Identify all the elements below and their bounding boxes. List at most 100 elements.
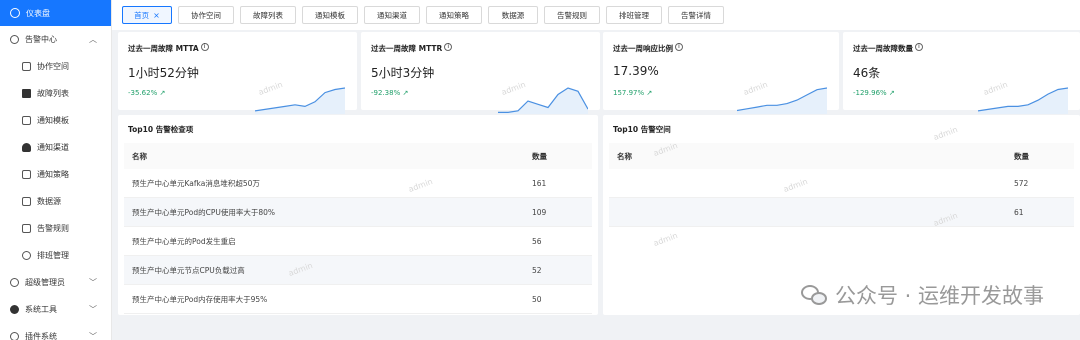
cell-count: 56	[532, 236, 542, 246]
sidebar-item-label: 仪表盘	[26, 8, 50, 18]
col-name: 名称	[617, 151, 632, 161]
alarm-clock-icon	[10, 35, 19, 44]
sidebar-item-notify-policy[interactable]: 通知策略	[0, 161, 111, 188]
sidebar-item-datasource[interactable]: 数据源	[0, 188, 111, 215]
wechat-brand: 公众号 · 运维开发故事	[800, 280, 1044, 310]
table-row[interactable]: 572	[609, 169, 1074, 198]
stat-change: -92.38% ↗	[371, 89, 408, 97]
cell-name: 预生产中心单元Kafka消息堆积超50万	[132, 178, 260, 188]
stat-card-mttr: 过去一周故障 MTTR i 5小时3分钟 -92.38% ↗ admin	[361, 32, 600, 114]
tab-collab-space[interactable]: 协作空间	[178, 6, 234, 24]
stat-card-fault-count: 过去一周故障数量 i 46条 -129.96% ↗ admin	[843, 32, 1080, 114]
wechat-icon	[800, 283, 829, 307]
tab-home[interactable]: 首页 ×	[122, 6, 172, 24]
trend-arrow-icon: ↗	[888, 89, 895, 97]
sidebar-item-collab-space[interactable]: 协作空间	[0, 53, 111, 80]
dashboard-icon	[10, 8, 20, 18]
sidebar-group-label: 系统工具	[25, 305, 57, 314]
brand-text: 公众号 · 运维开发故事	[834, 284, 1044, 308]
stat-title: 过去一周故障 MTTR i	[371, 43, 453, 54]
sidebar-group-alert-center[interactable]: 告警中心 ︿	[0, 26, 111, 53]
tab-alert-rules[interactable]: 告警规则	[544, 6, 600, 24]
sidebar-group-label: 超级管理员	[25, 278, 65, 287]
stat-change: 157.97% ↗	[613, 89, 652, 97]
table-row[interactable]: 61	[609, 198, 1074, 227]
sidebar-group-system-tools[interactable]: 系统工具 ﹀	[0, 296, 111, 323]
table-row[interactable]: 预生产中心单元Pod内存使用率大于95% 50	[124, 285, 592, 314]
trend-arrow-icon: ↗	[159, 89, 166, 97]
chevron-up-icon: ︿	[89, 35, 97, 44]
cell-count: 109	[532, 207, 547, 217]
info-icon[interactable]: i	[200, 43, 209, 51]
col-count: 数量	[532, 151, 547, 161]
sidebar-item-schedule[interactable]: 排班管理	[0, 242, 111, 269]
sidebar-item-label: 故障列表	[37, 89, 69, 98]
stat-change-text: -35.62%	[128, 89, 158, 97]
info-icon[interactable]: i	[915, 43, 923, 51]
sidebar-group-plugin-system[interactable]: 插件系统 ﹀	[0, 323, 111, 340]
top-spaces-table: 名称 数量 572 61	[609, 143, 1074, 227]
stat-title: 过去一周故障数量 i	[853, 43, 923, 54]
stat-card-response-ratio: 过去一周响应比例 i 17.39% 157.97% ↗ admin	[603, 32, 839, 114]
tab-datasource[interactable]: 数据源	[488, 6, 538, 24]
table-header: 名称 数量	[124, 143, 592, 169]
cell-name: 预生产中心单元Pod内存使用率大于95%	[132, 294, 268, 304]
gear-icon	[10, 305, 19, 314]
stat-change-text: -92.38%	[371, 89, 401, 97]
chevron-down-icon: ﹀	[89, 332, 97, 340]
stat-change-text: -129.96%	[853, 89, 887, 97]
tab-label: 协作空间	[191, 10, 221, 20]
stat-title-text: 过去一周故障 MTTA	[128, 44, 199, 53]
sparkline	[498, 87, 588, 114]
sidebar-item-label: 通知渠道	[37, 143, 69, 152]
tab-alert-detail[interactable]: 告警详情	[668, 6, 724, 24]
top-checks-panel: Top10 告警检查项 名称 数量 预生产中心单元Kafka消息堆积超50万 16…	[118, 115, 598, 315]
sidebar-item-label: 数据源	[37, 197, 61, 206]
monitor-icon	[22, 197, 31, 206]
watermark: admin	[932, 124, 959, 143]
stat-title: 过去一周响应比例 i	[613, 43, 683, 54]
sidebar-item-label: 告警规则	[37, 224, 69, 233]
sidebar-item-dashboard[interactable]: 仪表盘	[0, 0, 111, 26]
stat-value: 1小时52分钟	[128, 66, 199, 80]
stat-title-text: 过去一周响应比例	[613, 44, 673, 53]
tab-fault-list[interactable]: 故障列表	[240, 6, 296, 24]
info-icon[interactable]: i	[444, 43, 453, 51]
tab-schedule[interactable]: 排班管理	[606, 6, 662, 24]
sidebar-item-notify-channel[interactable]: 通知渠道	[0, 134, 111, 161]
table-row[interactable]: 预生产中心单元Pod的CPU使用率大于80% 109	[124, 198, 592, 227]
list-icon	[22, 89, 31, 98]
stat-change: -35.62% ↗	[128, 89, 165, 97]
stat-title-text: 过去一周故障 MTTR	[371, 44, 443, 53]
sidebar-group-label: 告警中心	[25, 35, 57, 44]
table-row[interactable]: 预生产中心单元节点CPU负载过高 52	[124, 256, 592, 285]
tab-label: 通知模板	[315, 10, 345, 20]
sidebar-item-alert-rules[interactable]: 告警规则	[0, 215, 111, 242]
tab-notify-template[interactable]: 通知模板	[302, 6, 358, 24]
sidebar-item-fault-list[interactable]: 故障列表	[0, 80, 111, 107]
tab-label: 告警详情	[681, 10, 711, 20]
sidebar-item-notify-template[interactable]: 通知模板	[0, 107, 111, 134]
schedule-icon	[22, 251, 31, 260]
chevron-down-icon: ﹀	[89, 305, 97, 314]
tab-bar: 首页 × 协作空间 故障列表 通知模板 通知渠道 通知策略 数据源 告警规则 排…	[112, 0, 1080, 30]
table-row[interactable]: 预生产中心单元的Pod发生重启 56	[124, 227, 592, 256]
sidebar-group-super-admin[interactable]: 超级管理员 ﹀	[0, 269, 111, 296]
sparkline-area	[498, 88, 588, 114]
tab-label: 故障列表	[253, 10, 283, 20]
stat-change-text: 157.97%	[613, 89, 645, 97]
close-icon[interactable]: ×	[153, 11, 160, 20]
tab-notify-channel[interactable]: 通知渠道	[364, 6, 420, 24]
table-row[interactable]: 预生产中心单元Kafka消息堆积超50万 161	[124, 169, 592, 198]
trend-arrow-icon: ↗	[646, 89, 653, 97]
document-icon	[22, 116, 31, 125]
cell-count: 61	[1014, 207, 1024, 217]
info-icon[interactable]: i	[675, 43, 683, 51]
tab-label: 首页	[134, 10, 150, 20]
cell-count: 161	[532, 178, 547, 188]
tab-label: 排班管理	[619, 10, 649, 20]
cell-count: 50	[532, 294, 542, 304]
tab-notify-policy[interactable]: 通知策略	[426, 6, 482, 24]
chevron-down-icon: ﹀	[89, 278, 97, 287]
sparkline	[255, 87, 345, 114]
